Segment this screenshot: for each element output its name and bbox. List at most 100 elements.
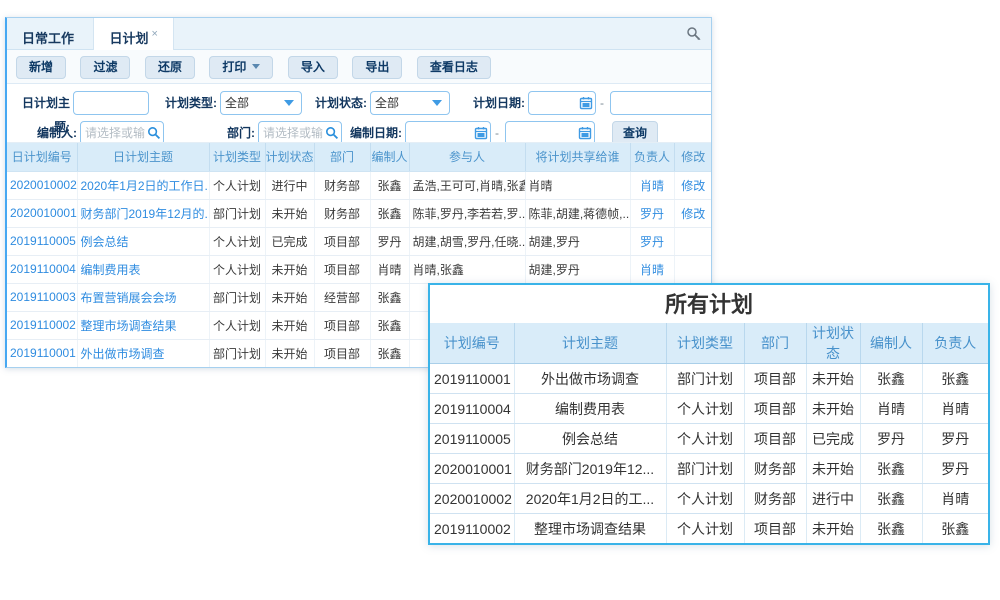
cell-creator: 张鑫 xyxy=(370,199,409,227)
restore-button[interactable]: 还原 xyxy=(145,56,195,79)
cell-dept: 项目部 xyxy=(744,394,806,424)
print-button[interactable]: 打印 xyxy=(209,56,273,79)
table-row[interactable]: 2020010001财务部门2019年12...部门计划财务部未开始张鑫罗丹 xyxy=(430,454,988,484)
tab-daily-work[interactable]: 日常工作 xyxy=(7,23,89,55)
column-header-status[interactable]: 计划状态 xyxy=(265,143,314,171)
cell-owner[interactable]: 罗丹 xyxy=(630,227,674,255)
cell-status: 未开始 xyxy=(806,454,860,484)
filter-button[interactable]: 过滤 xyxy=(80,56,130,79)
column-header-creator[interactable]: 编制人 xyxy=(370,143,409,171)
table-row[interactable]: 2019110002整理市场调查结果个人计划项目部未开始张鑫张鑫 xyxy=(430,514,988,544)
cell-plan-id: 2019110002 xyxy=(430,514,514,544)
column-header-dept[interactable]: 部门 xyxy=(744,323,806,364)
cell-plan-id: 2019110001 xyxy=(430,364,514,394)
cell-type: 部门计划 xyxy=(666,454,744,484)
column-header-participants[interactable]: 参与人 xyxy=(409,143,525,171)
cell-owner[interactable]: 肖晴 xyxy=(630,255,674,283)
plan-status-select[interactable]: 全部 xyxy=(370,91,450,115)
cell-participants: 陈菲,罗丹,李若若,罗... xyxy=(409,199,525,227)
table-row[interactable]: 2019110001外出做市场调查部门计划项目部未开始张鑫张鑫 xyxy=(430,364,988,394)
plan-status-label: 计划状态: xyxy=(307,91,367,115)
cell-subject: 财务部门2019年12... xyxy=(514,454,666,484)
cell-dept: 财务部 xyxy=(744,484,806,514)
cell-status: 未开始 xyxy=(265,255,314,283)
cell-plan-id: 2020010001 xyxy=(430,454,514,484)
table-row[interactable]: 2019110005例会总结个人计划已完成项目部罗丹胡建,胡雪,罗丹,任晓...… xyxy=(7,227,712,255)
table-row[interactable]: 2019110004编制费用表个人计划项目部未开始肖晴肖晴 xyxy=(430,394,988,424)
zoom-search-icon[interactable] xyxy=(686,26,702,42)
cell-subject[interactable]: 整理市场调查结果 xyxy=(77,311,209,339)
search-icon[interactable] xyxy=(147,126,161,140)
column-header-shared-with[interactable]: 将计划共享给谁 xyxy=(525,143,630,171)
cell-edit[interactable]: 修改 xyxy=(674,171,712,199)
cell-plan-id[interactable]: 2019110005 xyxy=(7,227,77,255)
import-button[interactable]: 导入 xyxy=(288,56,338,79)
cell-subject[interactable]: 财务部门2019年12月的... xyxy=(77,199,209,227)
cell-subject[interactable]: 编制费用表 xyxy=(77,255,209,283)
close-tab-icon[interactable]: × xyxy=(151,28,157,40)
cell-subject: 编制费用表 xyxy=(514,394,666,424)
column-header-subject[interactable]: 日计划主题 xyxy=(77,143,209,171)
column-header-plan-id[interactable]: 日计划编号 xyxy=(7,143,77,171)
cell-status: 未开始 xyxy=(265,199,314,227)
calendar-icon[interactable] xyxy=(578,126,592,140)
plan-date-to-input[interactable] xyxy=(610,91,711,115)
cell-type: 个人计划 xyxy=(209,311,265,339)
table-row[interactable]: 2019110005例会总结个人计划项目部已完成罗丹罗丹 xyxy=(430,424,988,454)
column-header-status[interactable]: 计划状态 xyxy=(806,323,860,364)
column-header-creator[interactable]: 编制人 xyxy=(860,323,922,364)
column-header-dept[interactable]: 部门 xyxy=(314,143,370,171)
cell-owner: 罗丹 xyxy=(922,454,988,484)
cell-type: 个人计划 xyxy=(209,227,265,255)
calendar-icon[interactable] xyxy=(474,126,488,140)
calendar-icon[interactable] xyxy=(579,96,593,110)
header-row: 计划编号计划主题计划类型部门计划状态编制人负责人 xyxy=(430,323,988,364)
cell-owner: 张鑫 xyxy=(922,514,988,544)
subject-input[interactable] xyxy=(73,91,149,115)
table-row[interactable]: 20200100022020年1月2日的工...个人计划财务部进行中张鑫肖晴 xyxy=(430,484,988,514)
cell-owner[interactable]: 罗丹 xyxy=(630,199,674,227)
export-button[interactable]: 导出 xyxy=(352,56,402,79)
cell-type: 部门计划 xyxy=(209,339,265,367)
search-icon[interactable] xyxy=(325,126,339,140)
query-button[interactable]: 查询 xyxy=(612,121,658,143)
cell-dept: 财务部 xyxy=(314,171,370,199)
add-button[interactable]: 新增 xyxy=(16,56,66,79)
column-header-subject[interactable]: 计划主题 xyxy=(514,323,666,364)
column-header-edit[interactable]: 修改 xyxy=(674,143,712,171)
cell-edit xyxy=(674,255,712,283)
cell-subject[interactable]: 例会总结 xyxy=(77,227,209,255)
cell-plan-id[interactable]: 2019110001 xyxy=(7,339,77,367)
cell-owner: 罗丹 xyxy=(922,424,988,454)
cell-plan-id[interactable]: 2019110004 xyxy=(7,255,77,283)
cell-status: 未开始 xyxy=(806,364,860,394)
column-header-owner[interactable]: 负责人 xyxy=(630,143,674,171)
cell-edit[interactable]: 修改 xyxy=(674,199,712,227)
view-log-button[interactable]: 查看日志 xyxy=(417,56,491,79)
plan-type-select[interactable]: 全部 xyxy=(220,91,302,115)
cell-plan-id[interactable]: 2020010002 xyxy=(7,171,77,199)
table-row[interactable]: 2020010001财务部门2019年12月的...部门计划未开始财务部张鑫陈菲… xyxy=(7,199,712,227)
column-header-type[interactable]: 计划类型 xyxy=(666,323,744,364)
cell-subject[interactable]: 外出做市场调查 xyxy=(77,339,209,367)
cell-plan-id[interactable]: 2019110003 xyxy=(7,283,77,311)
tab-daily-plan[interactable]: 日计划× xyxy=(93,18,173,50)
cell-dept: 财务部 xyxy=(744,454,806,484)
cell-subject[interactable]: 2020年1月2日的工作日... xyxy=(77,171,209,199)
column-header-plan-id[interactable]: 计划编号 xyxy=(430,323,514,364)
cell-dept: 项目部 xyxy=(314,311,370,339)
cell-plan-id[interactable]: 2020010001 xyxy=(7,199,77,227)
cell-status: 进行中 xyxy=(265,171,314,199)
cell-creator: 张鑫 xyxy=(860,454,922,484)
column-header-type[interactable]: 计划类型 xyxy=(209,143,265,171)
filter-panel: 日计划主题: 计划类型: 全部 计划状态: 全部 计划日期: - 编制人: xyxy=(7,84,711,143)
cell-dept: 经营部 xyxy=(314,283,370,311)
table-row[interactable]: 20200100022020年1月2日的工作日...个人计划进行中财务部张鑫孟浩… xyxy=(7,171,712,199)
cell-subject[interactable]: 布置营销展会会场 xyxy=(77,283,209,311)
cell-type: 部门计划 xyxy=(209,199,265,227)
cell-plan-id[interactable]: 2019110002 xyxy=(7,311,77,339)
cell-owner[interactable]: 肖晴 xyxy=(630,171,674,199)
column-header-owner[interactable]: 负责人 xyxy=(922,323,988,364)
cell-creator: 张鑫 xyxy=(860,484,922,514)
table-row[interactable]: 2019110004编制费用表个人计划未开始项目部肖晴肖晴,张鑫胡建,罗丹肖晴 xyxy=(7,255,712,283)
